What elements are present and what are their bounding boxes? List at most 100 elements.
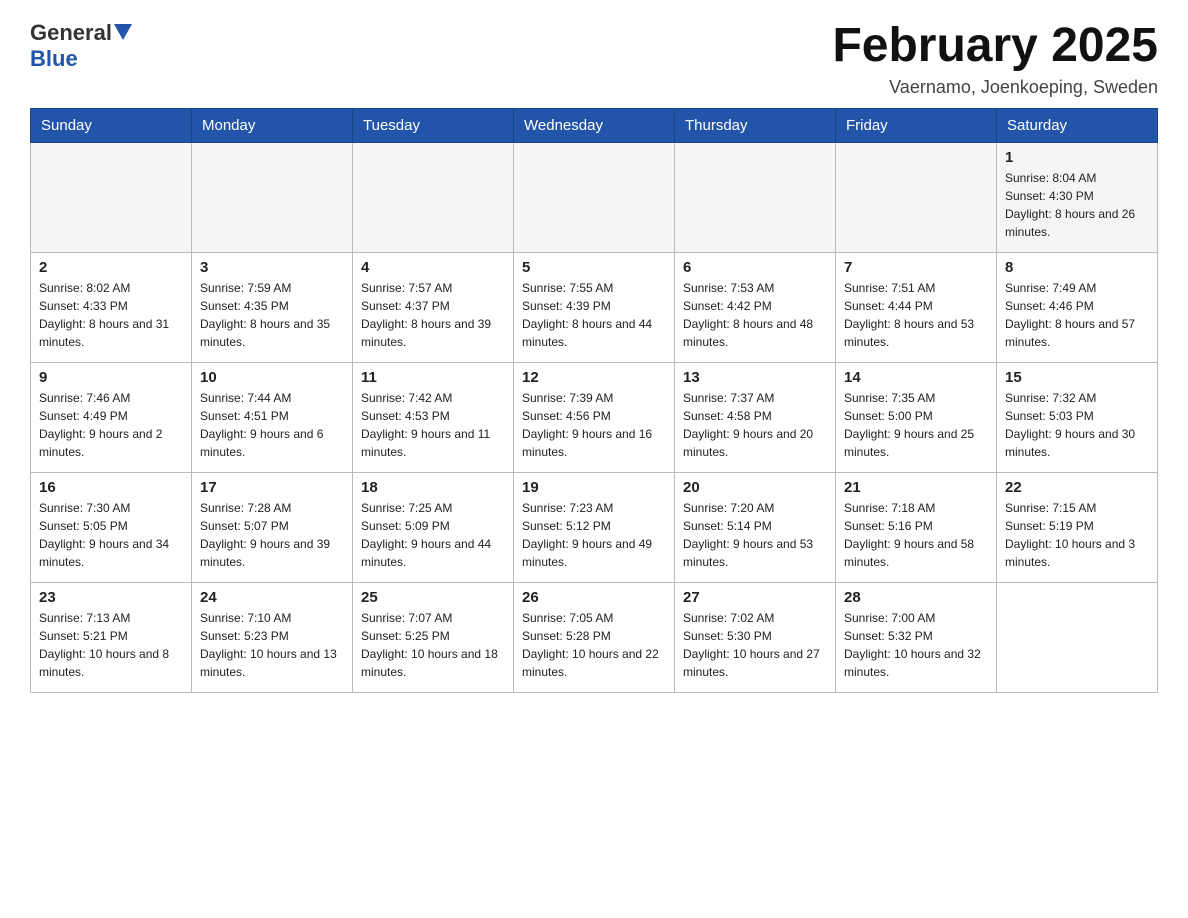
table-row: 15 Sunrise: 7:32 AM Sunset: 5:03 PM Dayli… (997, 362, 1158, 472)
day-number: 3 (200, 259, 344, 276)
calendar-week-row: 1 Sunrise: 8:04 AM Sunset: 4:30 PM Daylig… (31, 142, 1158, 252)
day-info: Sunrise: 7:51 AM Sunset: 4:44 PM Dayligh… (844, 279, 988, 351)
table-row: 28 Sunrise: 7:00 AM Sunset: 5:32 PM Dayli… (836, 582, 997, 692)
table-row: 25 Sunrise: 7:07 AM Sunset: 5:25 PM Dayli… (353, 582, 514, 692)
day-info: Sunrise: 7:39 AM Sunset: 4:56 PM Dayligh… (522, 389, 666, 461)
day-info: Sunrise: 7:55 AM Sunset: 4:39 PM Dayligh… (522, 279, 666, 351)
table-row: 6 Sunrise: 7:53 AM Sunset: 4:42 PM Daylig… (675, 252, 836, 362)
table-row: 10Sunrise: 7:44 AM Sunset: 4:51 PM Dayli… (192, 362, 353, 472)
table-row (192, 142, 353, 252)
day-info: Sunrise: 7:49 AM Sunset: 4:46 PM Dayligh… (1005, 279, 1149, 351)
day-number: 15 (1005, 369, 1149, 386)
table-row: 12 Sunrise: 7:39 AM Sunset: 4:56 PM Dayli… (514, 362, 675, 472)
header-right: February 2025 Vaernamo, Joenkoeping, Swe… (832, 20, 1158, 98)
day-number: 25 (361, 589, 505, 606)
day-info: Sunrise: 7:13 AM Sunset: 5:21 PM Dayligh… (39, 609, 183, 681)
day-info: Sunrise: 7:02 AM Sunset: 5:30 PM Dayligh… (683, 609, 827, 681)
calendar-week-row: 9 Sunrise: 7:46 AM Sunset: 4:49 PM Daylig… (31, 362, 1158, 472)
day-info: Sunrise: 7:46 AM Sunset: 4:49 PM Dayligh… (39, 389, 183, 461)
table-row (997, 582, 1158, 692)
col-monday: Monday (192, 108, 353, 142)
table-row: 24 Sunrise: 7:10 AM Sunset: 5:23 PM Dayli… (192, 582, 353, 692)
day-number: 27 (683, 589, 827, 606)
calendar-week-row: 2 Sunrise: 8:02 AM Sunset: 4:33 PM Daylig… (31, 252, 1158, 362)
table-row: 14Sunrise: 7:35 AM Sunset: 5:00 PM Dayli… (836, 362, 997, 472)
day-number: 22 (1005, 479, 1149, 496)
day-info: Sunrise: 7:18 AM Sunset: 5:16 PM Dayligh… (844, 499, 988, 571)
table-row: 9 Sunrise: 7:46 AM Sunset: 4:49 PM Daylig… (31, 362, 192, 472)
day-info: Sunrise: 7:59 AM Sunset: 4:35 PM Dayligh… (200, 279, 344, 351)
table-row (836, 142, 997, 252)
table-row: 22 Sunrise: 7:15 AM Sunset: 5:19 PM Dayli… (997, 472, 1158, 582)
day-number: 9 (39, 369, 183, 386)
day-info: Sunrise: 8:02 AM Sunset: 4:33 PM Dayligh… (39, 279, 183, 351)
col-sunday: Sunday (31, 108, 192, 142)
day-number: 19 (522, 479, 666, 496)
day-info: Sunrise: 7:15 AM Sunset: 5:19 PM Dayligh… (1005, 499, 1149, 571)
calendar-table: Sunday Monday Tuesday Wednesday Thursday… (30, 108, 1158, 693)
table-row (675, 142, 836, 252)
day-info: Sunrise: 7:53 AM Sunset: 4:42 PM Dayligh… (683, 279, 827, 351)
day-number: 8 (1005, 259, 1149, 276)
table-row (353, 142, 514, 252)
logo-triangle-icon (114, 24, 132, 40)
col-thursday: Thursday (675, 108, 836, 142)
logo-general-text: General (30, 20, 112, 45)
logo: General Blue (30, 20, 132, 72)
table-row: 7 Sunrise: 7:51 AM Sunset: 4:44 PM Daylig… (836, 252, 997, 362)
day-number: 7 (844, 259, 988, 276)
col-wednesday: Wednesday (514, 108, 675, 142)
calendar-week-row: 16 Sunrise: 7:30 AM Sunset: 5:05 PM Dayli… (31, 472, 1158, 582)
table-row: 26 Sunrise: 7:05 AM Sunset: 5:28 PM Dayli… (514, 582, 675, 692)
location-subtitle: Vaernamo, Joenkoeping, Sweden (832, 77, 1158, 98)
col-saturday: Saturday (997, 108, 1158, 142)
table-row: 16 Sunrise: 7:30 AM Sunset: 5:05 PM Dayli… (31, 472, 192, 582)
day-number: 24 (200, 589, 344, 606)
day-info: Sunrise: 7:25 AM Sunset: 5:09 PM Dayligh… (361, 499, 505, 571)
table-row: 19 Sunrise: 7:23 AM Sunset: 5:12 PM Dayli… (514, 472, 675, 582)
table-row: 11 Sunrise: 7:42 AM Sunset: 4:53 PM Dayli… (353, 362, 514, 472)
table-row: 20 Sunrise: 7:20 AM Sunset: 5:14 PM Dayli… (675, 472, 836, 582)
day-info: Sunrise: 7:23 AM Sunset: 5:12 PM Dayligh… (522, 499, 666, 571)
day-number: 20 (683, 479, 827, 496)
day-info: Sunrise: 7:44 AM Sunset: 4:51 PM Dayligh… (200, 389, 344, 461)
day-info: Sunrise: 7:32 AM Sunset: 5:03 PM Dayligh… (1005, 389, 1149, 461)
day-info: Sunrise: 7:10 AM Sunset: 5:23 PM Dayligh… (200, 609, 344, 681)
day-info: Sunrise: 7:57 AM Sunset: 4:37 PM Dayligh… (361, 279, 505, 351)
table-row: 27 Sunrise: 7:02 AM Sunset: 5:30 PM Dayli… (675, 582, 836, 692)
day-number: 23 (39, 589, 183, 606)
table-row: 5 Sunrise: 7:55 AM Sunset: 4:39 PM Daylig… (514, 252, 675, 362)
table-row: 23 Sunrise: 7:13 AM Sunset: 5:21 PM Dayli… (31, 582, 192, 692)
table-row (514, 142, 675, 252)
col-tuesday: Tuesday (353, 108, 514, 142)
day-info: Sunrise: 7:05 AM Sunset: 5:28 PM Dayligh… (522, 609, 666, 681)
day-number: 6 (683, 259, 827, 276)
day-number: 13 (683, 369, 827, 386)
day-info: Sunrise: 7:20 AM Sunset: 5:14 PM Dayligh… (683, 499, 827, 571)
calendar-week-row: 23 Sunrise: 7:13 AM Sunset: 5:21 PM Dayli… (31, 582, 1158, 692)
table-row: 1 Sunrise: 8:04 AM Sunset: 4:30 PM Daylig… (997, 142, 1158, 252)
day-number: 26 (522, 589, 666, 606)
day-number: 16 (39, 479, 183, 496)
table-row: 18 Sunrise: 7:25 AM Sunset: 5:09 PM Dayli… (353, 472, 514, 582)
table-row: 17Sunrise: 7:28 AM Sunset: 5:07 PM Dayli… (192, 472, 353, 582)
day-info: Sunrise: 7:00 AM Sunset: 5:32 PM Dayligh… (844, 609, 988, 681)
day-number: 1 (1005, 149, 1149, 166)
day-info: Sunrise: 7:42 AM Sunset: 4:53 PM Dayligh… (361, 389, 505, 461)
table-row: 4Sunrise: 7:57 AM Sunset: 4:37 PM Daylig… (353, 252, 514, 362)
day-number: 28 (844, 589, 988, 606)
table-row: 2 Sunrise: 8:02 AM Sunset: 4:33 PM Daylig… (31, 252, 192, 362)
day-number: 2 (39, 259, 183, 276)
table-row (31, 142, 192, 252)
month-year-title: February 2025 (832, 20, 1158, 73)
day-number: 18 (361, 479, 505, 496)
day-info: Sunrise: 7:30 AM Sunset: 5:05 PM Dayligh… (39, 499, 183, 571)
day-number: 11 (361, 369, 505, 386)
day-info: Sunrise: 8:04 AM Sunset: 4:30 PM Dayligh… (1005, 169, 1149, 241)
day-number: 12 (522, 369, 666, 386)
table-row: 13 Sunrise: 7:37 AM Sunset: 4:58 PM Dayli… (675, 362, 836, 472)
day-number: 17 (200, 479, 344, 496)
day-number: 5 (522, 259, 666, 276)
day-info: Sunrise: 7:37 AM Sunset: 4:58 PM Dayligh… (683, 389, 827, 461)
day-info: Sunrise: 7:07 AM Sunset: 5:25 PM Dayligh… (361, 609, 505, 681)
